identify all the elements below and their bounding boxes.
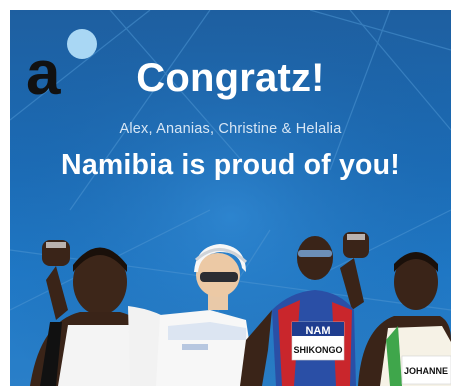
athlete-ananias: NAM SHIKONGO	[240, 232, 369, 386]
athletes-photo: NAM SHIKONGO JOHANNE	[30, 232, 451, 386]
congratulations-card: a Congratz! Alex, Ananias, Christine & H…	[10, 10, 451, 386]
athlete-helalia: JOHANNE	[358, 252, 451, 386]
athlete-alex	[128, 244, 256, 386]
bib-name-shikongo: SHIKONGO	[293, 345, 342, 355]
bib-country: NAM	[305, 325, 330, 337]
bib-name-johannes: JOHANNE	[404, 366, 448, 376]
